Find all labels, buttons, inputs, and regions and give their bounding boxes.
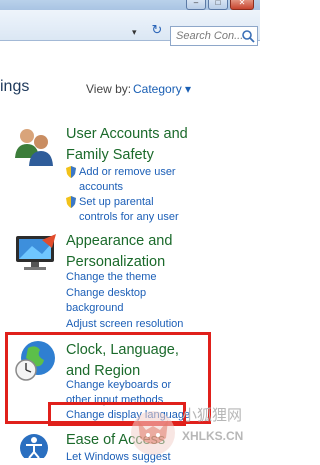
category-title-line[interactable]: Appearance and <box>66 231 172 252</box>
link-parental-controls[interactable]: Set up parental controls for any user <box>79 195 179 225</box>
category-title-line[interactable]: Family Safety <box>66 145 188 166</box>
link-line[interactable]: Add or remove user <box>79 165 176 180</box>
watermark: 小狐狸网 XHLKS.CN <box>128 404 260 458</box>
link-line[interactable]: Change desktop <box>66 286 146 301</box>
link-add-remove-user[interactable]: Add or remove user accounts <box>79 165 176 195</box>
category-title-user-accounts[interactable]: User Accounts and Family Safety <box>66 124 188 166</box>
fox-logo-icon <box>131 411 175 455</box>
link-line[interactable]: Set up parental <box>79 195 179 210</box>
link-change-theme[interactable]: Change the theme <box>66 270 157 285</box>
link-line[interactable]: controls for any user <box>79 210 179 225</box>
users-icon[interactable] <box>12 124 56 168</box>
minimize-button[interactable]: – <box>186 0 206 10</box>
link-adjust-resolution[interactable]: Adjust screen resolution <box>66 317 183 332</box>
link-change-desktop-background[interactable]: Change desktop background <box>66 286 146 316</box>
uac-shield-icon <box>66 166 76 178</box>
view-by-dropdown[interactable]: Category ▾ <box>133 82 191 96</box>
maximize-button[interactable]: □ <box>208 0 228 10</box>
address-bar: ▾ ↻ Search Con... <box>0 10 260 46</box>
address-dropdown-icon[interactable]: ▾ <box>132 27 137 38</box>
search-input[interactable]: Search Con... <box>170 26 258 46</box>
uac-shield-icon <box>66 196 76 208</box>
category-title-appearance[interactable]: Appearance and Personalization <box>66 231 172 273</box>
link-line[interactable]: background <box>66 301 146 316</box>
display-icon[interactable] <box>12 234 58 274</box>
ease-of-access-icon[interactable] <box>14 430 54 458</box>
link-line[interactable]: accounts <box>79 180 176 195</box>
view-by-label: View by: <box>86 82 132 96</box>
refresh-icon[interactable]: ↻ <box>148 22 166 38</box>
window-caption-buttons: – □ ✕ <box>186 0 254 10</box>
category-title-line[interactable]: User Accounts and <box>66 124 188 145</box>
window-titlebar: – □ ✕ <box>0 0 260 10</box>
search-icon[interactable] <box>241 29 255 43</box>
watermark-text: 小狐狸网 <box>182 407 243 424</box>
search-placeholder: Search Con... <box>176 30 244 42</box>
close-button[interactable]: ✕ <box>230 0 254 10</box>
page-title: ings <box>0 78 30 95</box>
watermark-url: XHLKS.CN <box>182 429 244 443</box>
